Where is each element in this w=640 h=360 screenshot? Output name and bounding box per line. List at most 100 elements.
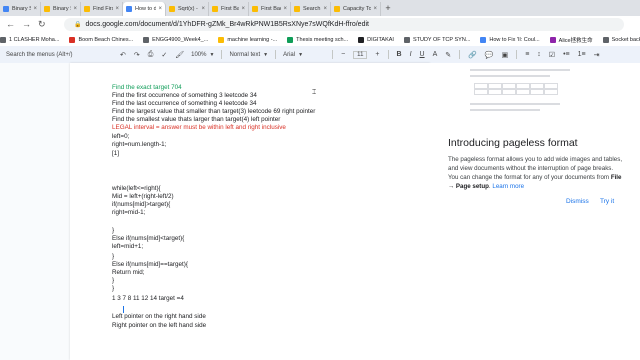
bookmark-icon: [358, 37, 365, 43]
bookmark-item[interactable]: Thesis meeting sch...: [287, 37, 348, 43]
tab-3[interactable]: How to do Bi×: [123, 2, 166, 16]
divider: [221, 50, 223, 59]
preview-line: [470, 103, 560, 105]
close-icon[interactable]: ×: [373, 6, 377, 12]
search-menus-input[interactable]: Search the menus (Alt+/): [0, 52, 116, 58]
paint-format-icon[interactable]: 🖌: [175, 51, 184, 59]
tab-7[interactable]: Search Insert×: [291, 2, 331, 16]
underline-button[interactable]: U: [420, 51, 425, 58]
font-value: Arial: [283, 51, 296, 58]
bookmark-label: ENGG4900_Week4_...: [152, 37, 209, 43]
doc-line: }: [112, 285, 115, 292]
redo-icon[interactable]: ↷: [134, 51, 140, 59]
divider: [516, 50, 518, 59]
numbered-list-icon[interactable]: 1≡: [578, 51, 586, 58]
close-icon[interactable]: ×: [73, 6, 77, 12]
bookmark-item[interactable]: machine learning -...: [218, 37, 277, 43]
increase-font-size-button[interactable]: +: [375, 51, 379, 58]
tab-0[interactable]: Binary Search×: [0, 2, 41, 16]
new-tab-icon[interactable]: +: [381, 0, 395, 16]
link-icon[interactable]: 🔗: [468, 51, 477, 59]
font-select[interactable]: Arial ▼: [283, 52, 325, 58]
font-size-input[interactable]: 11: [353, 50, 368, 59]
close-icon[interactable]: ×: [158, 6, 162, 12]
doc-line: Else if(nums[mid]==target){: [112, 261, 188, 268]
close-icon[interactable]: ×: [33, 6, 37, 12]
close-icon[interactable]: ×: [201, 6, 205, 12]
tab-label: Find First and: [93, 6, 113, 12]
tab-label: First Bad Vers: [221, 6, 239, 12]
preview-line: [470, 109, 540, 111]
panel-text: The pageless format allows you to add wi…: [448, 156, 623, 181]
doc-line: Mid = left+(right-left/2): [112, 193, 174, 200]
bookmark-item[interactable]: Alice拯救生命: [549, 36, 593, 44]
tab-label: Binary Search: [12, 6, 31, 12]
tab-8[interactable]: Capacity To S×: [331, 2, 381, 16]
divider: [387, 50, 389, 59]
tab-1[interactable]: Binary Search×: [41, 2, 81, 16]
bookmark-icon: [0, 37, 6, 43]
bookmark-item[interactable]: 1 CLASHER Moha...: [0, 37, 59, 43]
forward-icon[interactable]: →: [22, 19, 31, 29]
learn-more-link[interactable]: Learn more: [492, 183, 524, 190]
tab-favicon-icon: [294, 6, 300, 12]
docs-toolbar: Search the menus (Alt+/) ↶ ↷ ⎙ ✓ 🖌 100% ▼…: [0, 46, 640, 63]
url-field[interactable]: 🔒 docs.google.com/document/d/1YhDFR-gZMk…: [64, 18, 624, 31]
text-color-button[interactable]: A: [433, 51, 438, 58]
bookmark-label: Boom Beach Chines...: [78, 37, 134, 43]
zoom-select[interactable]: 100% ▼: [191, 52, 214, 58]
doc-line: }: [112, 253, 115, 260]
align-icon[interactable]: ≡: [525, 51, 529, 58]
bookmark-item[interactable]: STUDY OF TCP SYN...: [403, 37, 470, 43]
chevron-down-icon: ▼: [263, 51, 269, 58]
checklist-icon[interactable]: ☑: [549, 51, 555, 59]
italic-button[interactable]: I: [410, 51, 412, 58]
doc-line: Find the smallest value thats larger tha…: [112, 116, 281, 123]
chevron-down-icon: ▼: [209, 51, 215, 58]
highlight-icon[interactable]: ✎: [445, 51, 451, 59]
doc-line: right=num.length-1;: [112, 141, 167, 148]
bookmark-icon: [143, 37, 150, 43]
tab-favicon-icon: [212, 6, 218, 12]
undo-icon[interactable]: ↶: [120, 51, 126, 59]
tab-4[interactable]: Sqrt(x) - Leet×: [166, 2, 209, 16]
bookmark-icon: [602, 37, 609, 43]
bold-button[interactable]: B: [397, 51, 402, 58]
print-icon[interactable]: ⎙: [148, 51, 154, 59]
decrease-font-size-button[interactable]: −: [341, 51, 345, 58]
dismiss-button[interactable]: Dismiss: [566, 198, 589, 205]
search-menus-label: Search the menus (Alt+/): [6, 51, 73, 58]
close-icon[interactable]: ×: [241, 6, 245, 12]
image-icon[interactable]: ▣: [502, 51, 509, 59]
doc-line: 1 3 7 8 11 12 14 target =4: [112, 295, 184, 302]
preview-cell: [474, 89, 488, 95]
line-spacing-icon[interactable]: ↕: [537, 51, 541, 58]
doc-line: if(nums[mid]>target){: [112, 201, 171, 208]
close-icon[interactable]: ×: [323, 6, 327, 12]
bookmark-item[interactable]: Socket backlog tuni...: [602, 37, 640, 43]
doc-line: Left pointer on the right hand side: [112, 313, 206, 320]
close-icon[interactable]: ×: [283, 6, 287, 12]
style-select[interactable]: Normal text ▼: [229, 52, 268, 58]
doc-line: left=mid+1;: [112, 243, 144, 250]
indent-icon[interactable]: ⇥: [594, 51, 600, 59]
tab-6[interactable]: First Bad Vers×: [249, 2, 291, 16]
back-icon[interactable]: ←: [6, 19, 15, 29]
bookmark-item[interactable]: ENGG4900_Week4_...: [143, 37, 208, 43]
tab-2[interactable]: Find First and×: [81, 2, 123, 16]
doc-line: [1]: [112, 150, 120, 157]
bookmark-item[interactable]: Boom Beach Chines...: [69, 37, 133, 43]
spellcheck-icon[interactable]: ✓: [161, 51, 167, 59]
tab-5[interactable]: First Bad Vers×: [209, 2, 249, 16]
try-it-button[interactable]: Try it: [600, 198, 614, 205]
chevron-down-icon: ▼: [298, 51, 304, 58]
preview-cell: [530, 89, 544, 95]
bulleted-list-icon[interactable]: •≡: [563, 51, 570, 58]
bookmark-icon: [287, 37, 294, 43]
reload-icon[interactable]: ↻: [38, 19, 46, 30]
bookmark-item[interactable]: How to Fix 'Il: Coul...: [480, 37, 540, 43]
comment-icon[interactable]: 💬: [485, 51, 494, 59]
preview-line: [470, 69, 570, 71]
bookmark-item[interactable]: DIGITAKAI: [358, 37, 394, 43]
close-icon[interactable]: ×: [115, 6, 119, 12]
